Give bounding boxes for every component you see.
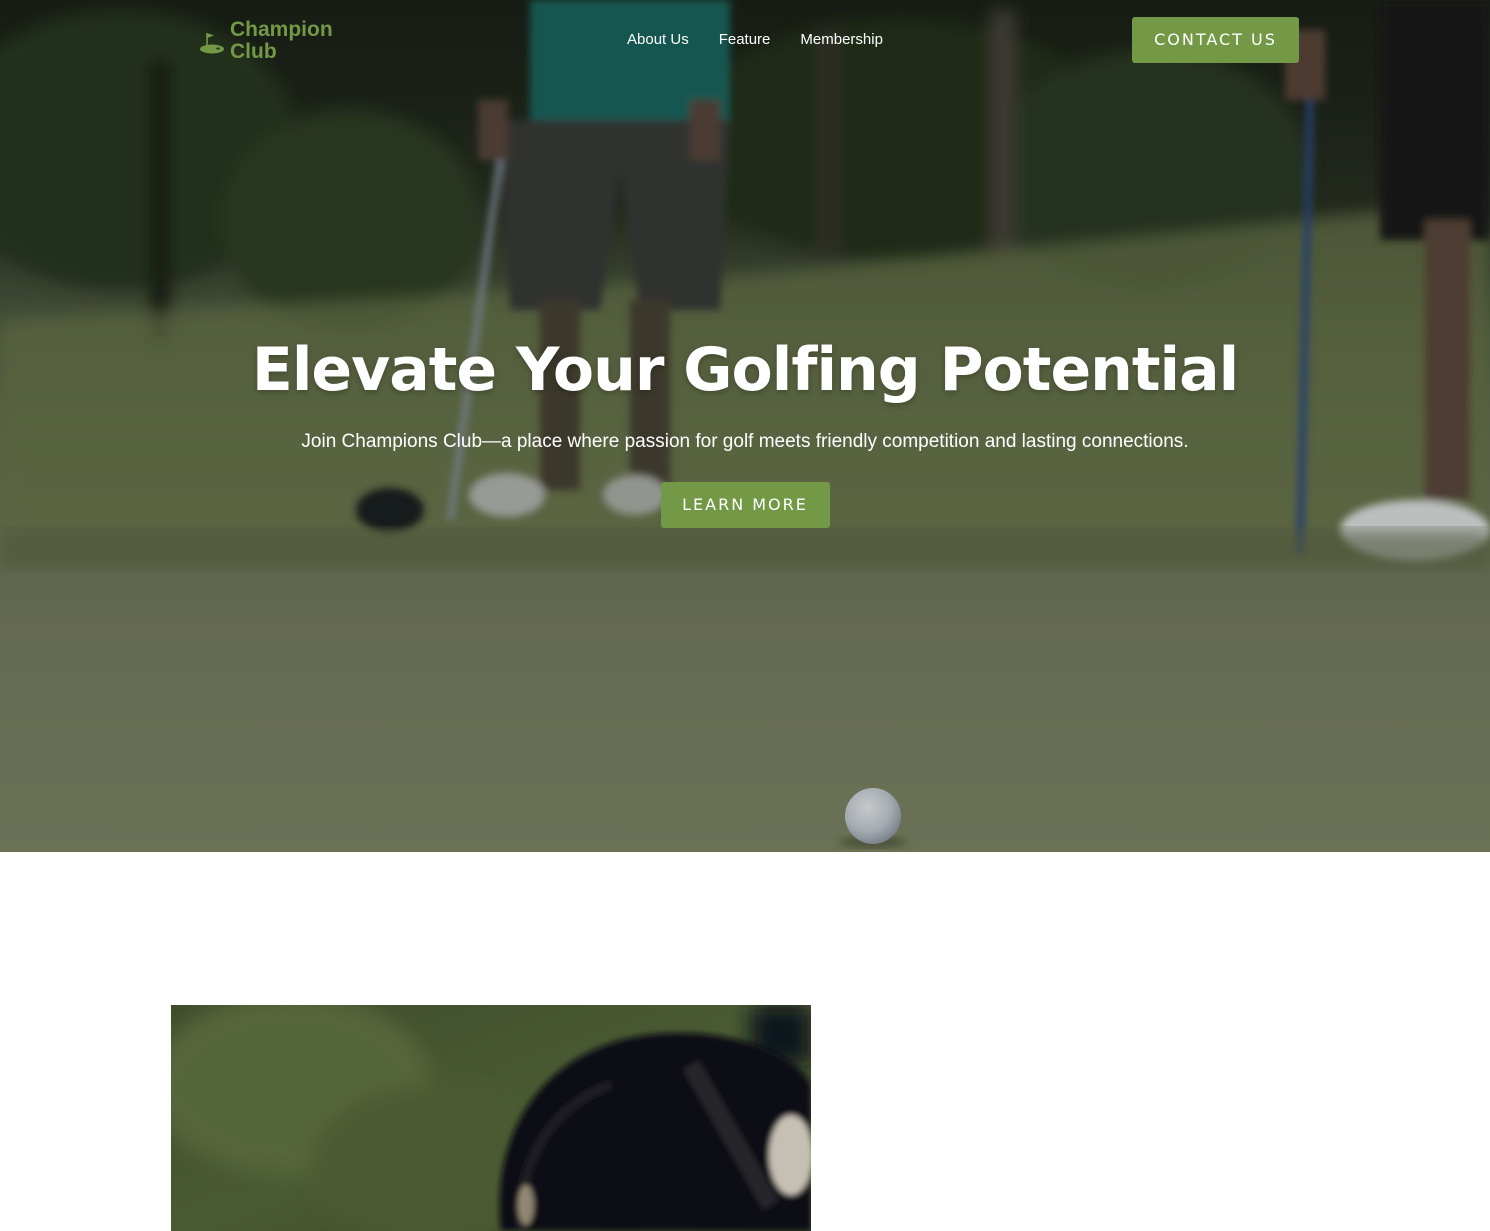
brand-name: Champion Club xyxy=(230,19,333,63)
nav-link-feature[interactable]: Feature xyxy=(719,31,771,49)
hero-content: Elevate Your Golfing Potential Join Cham… xyxy=(0,330,1490,528)
nav-menu: About Us Feature Membership xyxy=(627,31,883,49)
nav-link-membership[interactable]: Membership xyxy=(800,31,883,49)
hero-title: Elevate Your Golfing Potential xyxy=(251,335,1239,405)
golf-flag-icon xyxy=(200,33,224,54)
hero-section: Elevate Your Golfing Potential Join Cham… xyxy=(0,0,1490,852)
brand-name-line1: Champion xyxy=(230,18,333,41)
top-nav: Champion Club About Us Feature Membershi… xyxy=(0,0,1490,80)
brand-logo[interactable]: Champion Club xyxy=(198,18,333,64)
hero-subtitle: Join Champions Club—a place where passio… xyxy=(301,431,1189,452)
golf-bag-photo xyxy=(171,1005,811,1231)
feature-image xyxy=(171,1005,811,1231)
contact-us-button[interactable]: CONTACT US xyxy=(1132,17,1299,63)
learn-more-button[interactable]: LEARN MORE xyxy=(660,482,830,528)
nav-link-about-us[interactable]: About Us xyxy=(627,31,689,49)
brand-name-line2: Club xyxy=(230,40,277,63)
